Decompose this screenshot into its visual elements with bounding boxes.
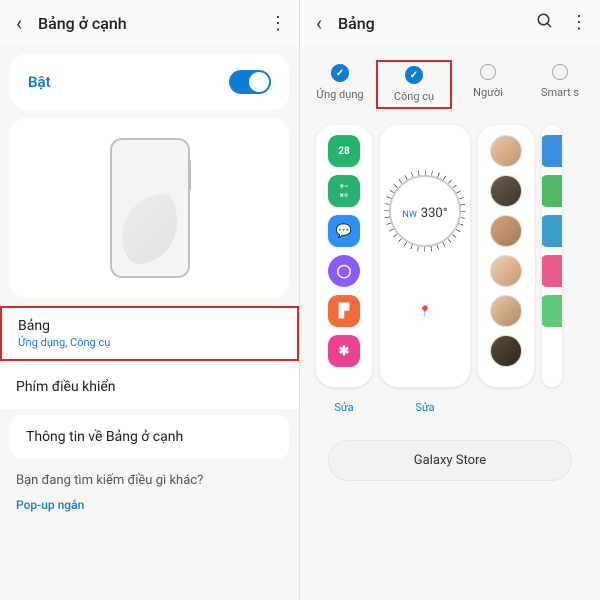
avatar (490, 295, 522, 327)
tab-apps[interactable]: ✓ Ứng dụng (304, 60, 376, 109)
partial-icon (542, 175, 562, 207)
compass-ticks (384, 170, 466, 252)
back-icon[interactable]: ‹ (312, 7, 326, 39)
phone-wallpaper (122, 194, 177, 264)
avatar (490, 175, 522, 207)
page-title-right: Bảng (338, 14, 536, 33)
app-icon-pink: ✱ (328, 335, 360, 367)
partial-icon (542, 255, 562, 287)
partial-icon (542, 295, 562, 327)
tab-label: Smart s (541, 86, 579, 99)
edit-row: Sửa Sửa (300, 397, 600, 414)
radio-icon (480, 64, 496, 80)
settings-page: ‹ Bảng ở cạnh ⋮ Bật Bảng Ứng dụng, Công … (0, 0, 300, 600)
question-text: Bạn đang tìm kiếm điều gì khác? (16, 473, 283, 488)
question-block: Bạn đang tìm kiếm điều gì khác? Pop-up n… (16, 473, 283, 512)
controls-row[interactable]: Phím điều khiển (0, 365, 299, 409)
search-icon[interactable] (536, 12, 554, 35)
partial-icon (542, 215, 562, 247)
calendar-icon: 28 (328, 135, 360, 167)
panels-picker-page: ‹ Bảng ⋮ ✓ Ứng dụng ✓ Công cụ Người (300, 0, 600, 600)
phone-edge-handle (188, 160, 191, 190)
tab-smart[interactable]: Smart s (524, 60, 596, 109)
panel-smart-preview[interactable] (542, 125, 562, 387)
tab-label: Công cụ (394, 90, 434, 103)
enable-card[interactable]: Bật (10, 54, 289, 110)
calculator-icon: +−×÷ (328, 175, 360, 207)
app-icon-orange: ▛ (328, 295, 360, 327)
radio-icon (552, 64, 568, 80)
panels-subtitle: Ứng dụng, Công cụ (18, 336, 281, 349)
tab-label: Người (473, 86, 503, 99)
edit-link-apps[interactable]: Sửa (316, 401, 372, 414)
avatar (490, 255, 522, 287)
avatar (490, 335, 522, 367)
enable-label: Bật (28, 73, 51, 91)
page-title: Bảng ở cạnh (38, 14, 269, 33)
panel-people-preview[interactable] (478, 125, 534, 387)
back-icon[interactable]: ‹ (12, 7, 26, 39)
popup-link[interactable]: Pop-up ngắn (16, 498, 283, 512)
location-pin-icon: 📍 (418, 305, 432, 318)
switch-knob (249, 72, 269, 92)
about-title: Thông tin về Bảng ở cạnh (26, 429, 273, 445)
tab-tools[interactable]: ✓ Công cụ (376, 60, 452, 109)
browser-icon: ◯ (328, 255, 360, 287)
about-row[interactable]: Thông tin về Bảng ở cạnh (10, 415, 289, 459)
panels-row[interactable]: Bảng Ứng dụng, Công cụ (0, 306, 299, 361)
top-bar-right: ‹ Bảng ⋮ (300, 0, 600, 46)
more-icon[interactable]: ⋮ (269, 13, 287, 34)
avatar (490, 215, 522, 247)
check-icon: ✓ (405, 66, 423, 84)
partial-icon (542, 135, 562, 167)
panel-previews[interactable]: 28 +−×÷ 💬 ◯ ▛ ✱ NW 330° 📍 (300, 115, 600, 397)
top-bar-left: ‹ Bảng ở cạnh ⋮ (0, 0, 299, 46)
avatar (490, 135, 522, 167)
controls-title: Phím điều khiển (16, 379, 283, 395)
tab-label: Ứng dụng (316, 88, 363, 101)
toggle-switch[interactable] (229, 70, 271, 94)
panel-apps-preview[interactable]: 28 +−×÷ 💬 ◯ ▛ ✱ (316, 125, 372, 387)
phone-frame (110, 138, 190, 278)
tab-people[interactable]: Người (452, 60, 524, 109)
phone-preview-card (10, 118, 289, 298)
galaxy-store-button[interactable]: Galaxy Store (328, 440, 572, 481)
category-tabs: ✓ Ứng dụng ✓ Công cụ Người Smart s (300, 46, 600, 115)
panel-compass-preview[interactable]: NW 330° 📍 (380, 125, 470, 387)
edit-link-tools[interactable]: Sửa (380, 401, 470, 414)
check-icon: ✓ (331, 64, 349, 82)
panels-title: Bảng (18, 318, 281, 334)
compass-face: NW 330° (389, 175, 461, 247)
more-icon[interactable]: ⋮ (570, 12, 588, 35)
messages-icon: 💬 (328, 215, 360, 247)
